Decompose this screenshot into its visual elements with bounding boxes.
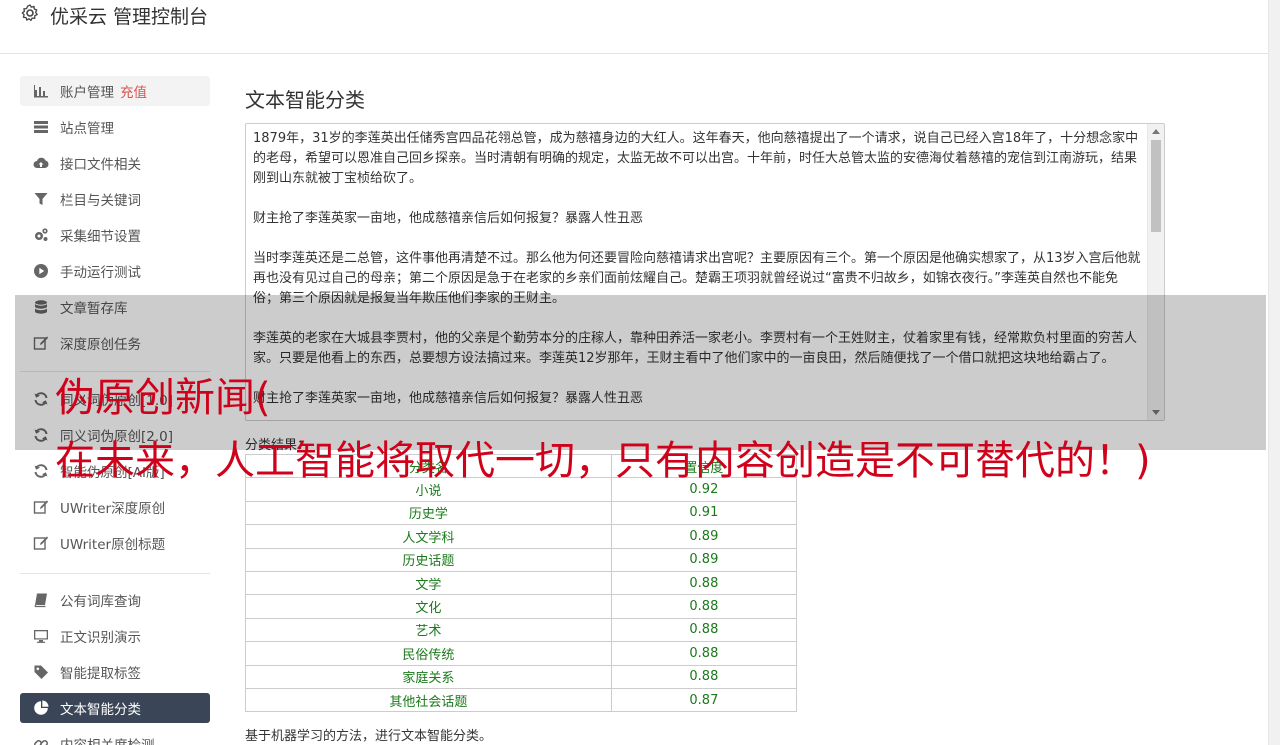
category-cell: 历史话题	[245, 547, 612, 572]
category-cell: 文化	[245, 594, 612, 619]
console-title: 优采云 管理控制台	[50, 6, 209, 28]
confidence-cell: 0.89	[610, 524, 798, 549]
cogs-icon	[32, 227, 49, 244]
sidebar-item-uwriter-deep[interactable]: UWriter深度原创	[20, 492, 210, 522]
overlay-subline: 在未来，人工智能将取代一切，只有内容创造是不可替代的！)	[55, 438, 1151, 484]
table-row: 文化 0.88	[245, 594, 798, 619]
method-footnote: 基于机器学习的方法，进行文本智能分类。	[245, 729, 493, 744]
cloud-upload-icon	[32, 155, 49, 172]
page-title: 文本智能分类	[245, 88, 365, 112]
table-row: 历史话题 0.89	[245, 547, 798, 572]
table-row: 艺术 0.88	[245, 617, 798, 643]
top-bar: 优采云 管理控制台	[0, 0, 1268, 54]
sidebar-divider	[20, 573, 210, 574]
article-paragraph: 财主抢了李莲英家一亩地，他成慈禧亲信后如何报复？暴露人性丑恶	[253, 211, 644, 226]
server-icon	[32, 119, 49, 136]
confidence-cell: 0.88	[610, 664, 798, 689]
sidebar-item-label: 账户管理	[60, 85, 114, 101]
sidebar-item-label: 手动运行测试	[60, 265, 141, 281]
sidebar-item-text-classification[interactable]: 文本智能分类	[20, 693, 210, 723]
sidebar-item-collect-settings[interactable]: 采集细节设置	[20, 220, 210, 250]
sidebar-item-relevance-check[interactable]: 内容相关度检测	[20, 729, 210, 745]
sidebar-item-label: 栏目与关键词	[60, 193, 141, 209]
category-cell: 其他社会话题	[245, 687, 612, 713]
table-row: 人文学科 0.89	[245, 524, 798, 549]
table-row: 家庭关系 0.88	[245, 664, 798, 689]
sidebar-item-sites[interactable]: 站点管理	[20, 112, 210, 142]
book-icon	[32, 592, 49, 609]
sidebar-item-label: UWriter原创标题	[60, 537, 166, 553]
edit-icon	[32, 499, 49, 516]
gear-icon	[21, 4, 38, 22]
sidebar-item-uwriter-title[interactable]: UWriter原创标题	[20, 528, 210, 558]
edit-icon	[32, 535, 49, 552]
sidebar-item-label: 采集细节设置	[60, 229, 141, 245]
sidebar-item-label: 接口文件相关	[60, 157, 141, 173]
classification-table: 分类名 置信度 小说 0.92 历史学 0.91 人文学科 0.89 历史话题 0.89…	[245, 453, 798, 713]
category-cell: 艺术	[245, 617, 612, 643]
sidebar-item-manual-test[interactable]: 手动运行测试	[20, 256, 210, 286]
confidence-cell: 0.88	[610, 641, 798, 666]
confidence-cell: 0.88	[610, 570, 798, 596]
sidebar-item-columns-keywords[interactable]: 栏目与关键词	[20, 184, 210, 214]
confidence-cell: 0.91	[610, 500, 798, 526]
monitor-icon	[32, 628, 49, 645]
table-row: 历史学 0.91	[245, 500, 798, 526]
confidence-cell: 0.87	[610, 687, 798, 713]
tag-icon	[32, 664, 49, 681]
overlay-headline: 伪原创新闻(	[55, 375, 271, 421]
filter-icon	[32, 191, 49, 208]
sidebar-item-text-recognition[interactable]: 正文识别演示	[20, 621, 210, 651]
category-cell: 家庭关系	[245, 664, 612, 689]
sidebar-item-label: 正文识别演示	[60, 630, 141, 646]
sidebar-item-label: 站点管理	[60, 121, 114, 137]
recharge-link[interactable]: 充值	[120, 81, 147, 101]
page-scrollbar[interactable]	[1268, 0, 1280, 745]
overlay-banner	[15, 295, 1266, 450]
table-row: 民俗传统 0.88	[245, 641, 798, 666]
confidence-cell: 0.89	[610, 547, 798, 572]
scroll-up-arrow-icon[interactable]	[1152, 129, 1160, 134]
sidebar-item-label: 智能提取标签	[60, 666, 141, 682]
sidebar-item-public-lexicon[interactable]: 公有词库查询	[20, 585, 210, 615]
sidebar-item-account[interactable]: 账户管理 充值	[20, 76, 210, 106]
confidence-cell: 0.88	[610, 594, 798, 619]
sidebar-item-interface-files[interactable]: 接口文件相关	[20, 148, 210, 178]
article-paragraph: 1879年，31岁的李莲英出任储秀宫四品花翎总管，成为慈禧身边的大红人。这年春天…	[253, 131, 1139, 186]
sidebar-item-extract-tags[interactable]: 智能提取标签	[20, 657, 210, 687]
refresh-icon	[32, 463, 49, 480]
category-cell: 历史学	[245, 500, 612, 526]
link-icon	[32, 736, 49, 745]
sidebar-item-label: 文本智能分类	[60, 702, 141, 718]
scroll-thumb[interactable]	[1151, 140, 1161, 232]
table-row: 文学 0.88	[245, 570, 798, 596]
play-circle-icon	[32, 263, 49, 280]
category-cell: 文学	[245, 570, 612, 596]
pie-chart-icon	[32, 700, 49, 717]
table-row: 其他社会话题 0.87	[245, 687, 798, 713]
sidebar-item-label: 内容相关度检测	[60, 734, 155, 745]
sidebar-item-label: UWriter深度原创	[60, 501, 166, 517]
sidebar-item-label: 公有词库查询	[60, 594, 141, 610]
confidence-cell: 0.88	[610, 617, 798, 643]
category-cell: 人文学科	[245, 524, 612, 549]
category-cell: 民俗传统	[245, 641, 612, 666]
bar-chart-icon	[32, 83, 49, 100]
